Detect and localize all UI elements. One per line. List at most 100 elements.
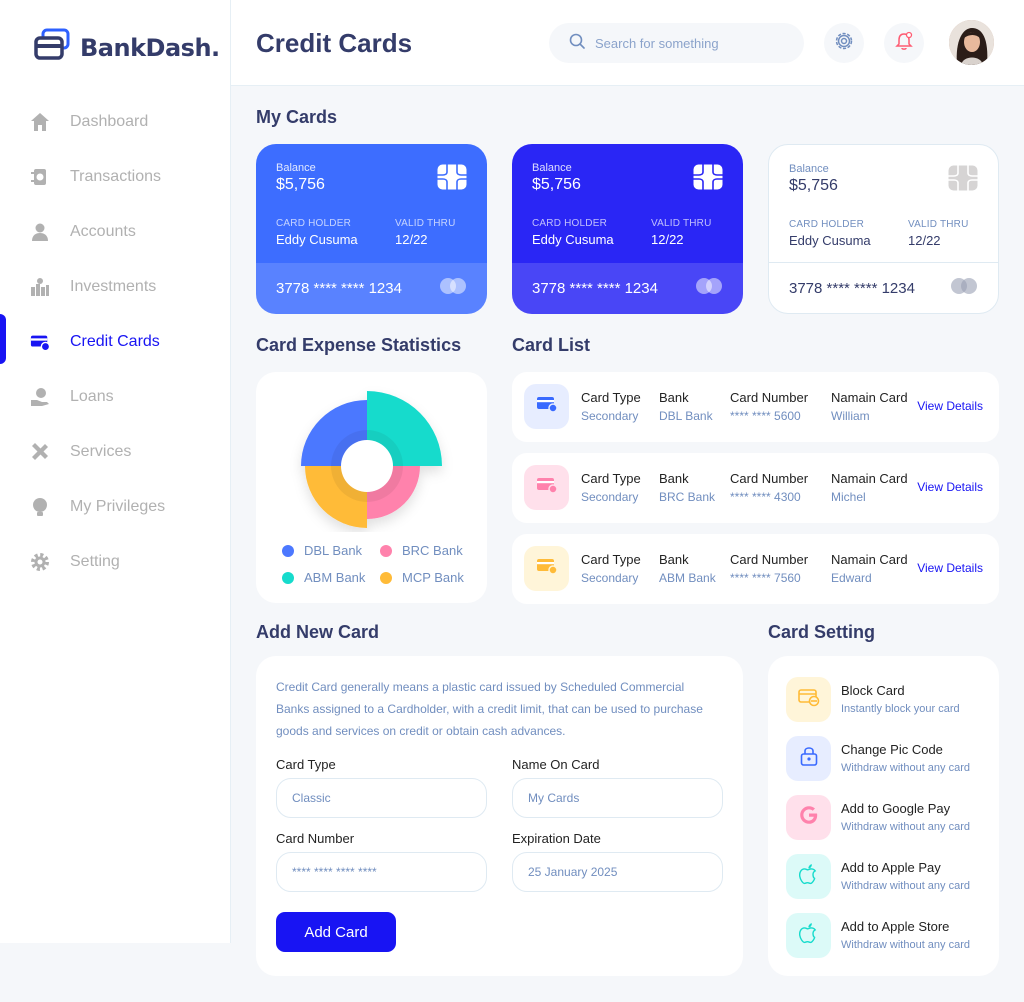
lightbulb-icon — [30, 497, 50, 517]
loan-icon — [30, 387, 50, 407]
sidebar-item-services[interactable]: Services — [0, 424, 231, 479]
notifications-button[interactable] — [884, 23, 924, 63]
sidebar: BankDash. Dashboard Transactions Account… — [0, 0, 231, 943]
legend-label: MCP Bank — [402, 570, 464, 585]
setting-icon-wrap — [786, 912, 831, 958]
expense-stats-title: Card Expense Statistics — [256, 335, 462, 355]
legend-item-dbl: DBL Bank — [282, 543, 362, 558]
settings-button[interactable] — [824, 23, 864, 63]
sidebar-nav: Dashboard Transactions Accounts Investme… — [0, 94, 231, 589]
card-setting-title: Card Setting — [768, 622, 876, 642]
expense-donut-chart — [301, 391, 442, 528]
balance-label: Balance — [789, 163, 829, 175]
card-holder-name: Eddy Cusuma — [532, 232, 614, 247]
balance-label: Balance — [276, 162, 316, 174]
card-type-input[interactable] — [276, 778, 487, 818]
transfer-icon — [30, 167, 50, 187]
legend-item-brc: BRC Bank — [380, 543, 463, 558]
search-bar[interactable] — [549, 23, 804, 63]
name-on-card-input[interactable] — [512, 778, 723, 818]
credit-card-1[interactable]: Balance $5,756 CARD HOLDER Eddy Cusuma V… — [256, 144, 487, 314]
card-list-title: Card List — [512, 335, 591, 355]
card-number-input[interactable] — [276, 852, 487, 892]
legend-label: DBL Bank — [304, 543, 363, 558]
services-icon — [30, 442, 50, 462]
balance-value: $5,756 — [276, 176, 325, 193]
card-name-col: Namain Card William — [831, 390, 908, 423]
setting-subtitle: Withdraw without any card — [841, 821, 970, 833]
sidebar-item-loans[interactable]: Loans — [0, 369, 231, 424]
sidebar-item-accounts[interactable]: Accounts — [0, 204, 231, 259]
card-number: 3778 **** **** 1234 — [789, 279, 915, 297]
google-icon — [798, 804, 820, 831]
card-holder-label: CARD HOLDER — [532, 218, 607, 229]
setting-google-pay[interactable]: Add to Google Pay Withdraw without any c… — [786, 794, 996, 840]
search-input[interactable] — [595, 35, 775, 51]
expense-stats-panel: DBL Bank BRC Bank ABM Bank MCP Bank — [256, 372, 487, 603]
balance-label: Balance — [532, 162, 572, 174]
sidebar-item-investments[interactable]: Investments — [0, 259, 231, 314]
sidebar-item-label: Dashboard — [70, 112, 149, 130]
card-type-label: Card Type — [276, 757, 336, 772]
credit-card-icon — [536, 476, 558, 499]
logo[interactable]: BankDash. — [34, 28, 220, 67]
setting-subtitle: Withdraw without any card — [841, 939, 970, 951]
setting-change-pin[interactable]: Change Pic Code Withdraw without any car… — [786, 735, 996, 781]
setting-apple-store[interactable]: Add to Apple Store Withdraw without any … — [786, 912, 996, 958]
card-number: 3778 **** **** 1234 — [276, 280, 402, 297]
mastercard-icon — [439, 277, 467, 300]
view-details-link[interactable]: View Details — [917, 561, 983, 575]
setting-apple-pay[interactable]: Add to Apple Pay Withdraw without any ca… — [786, 853, 996, 899]
sidebar-item-label: Setting — [70, 552, 120, 570]
card-name-col: Namain Card Edward — [831, 552, 908, 585]
sidebar-item-transactions[interactable]: Transactions — [0, 149, 231, 204]
credit-card-2[interactable]: Balance $5,756 CARD HOLDER Eddy Cusuma V… — [512, 144, 743, 314]
chip-icon — [437, 164, 467, 195]
sidebar-item-label: Accounts — [70, 222, 136, 240]
bank-col: Bank DBL Bank — [659, 390, 713, 423]
card-type-col: Card Type Secondary — [581, 552, 641, 585]
setting-title: Change Pic Code — [841, 742, 943, 757]
avatar[interactable] — [949, 20, 994, 65]
card-list-row: Card Type Secondary Bank BRC Bank Card Num… — [512, 453, 999, 523]
card-name-col: Namain Card Michel — [831, 471, 908, 504]
view-details-link[interactable]: View Details — [917, 399, 983, 413]
legend-item-abm: ABM Bank — [282, 570, 365, 585]
setting-title: Add to Apple Pay — [841, 860, 941, 875]
legend-dot — [282, 571, 294, 584]
home-icon — [30, 112, 50, 132]
setting-block-card[interactable]: Block Card Instantly block your card — [786, 676, 996, 722]
sidebar-item-dashboard[interactable]: Dashboard — [0, 94, 231, 149]
page-title: Credit Cards — [256, 28, 413, 58]
expiration-date-input[interactable] — [512, 852, 723, 892]
card-list-row: Card Type Secondary Bank ABM Bank Card Num… — [512, 534, 999, 604]
valid-thru-value: 12/22 — [395, 232, 428, 247]
add-card-button[interactable]: Add Card — [276, 912, 396, 952]
chip-icon — [693, 164, 723, 195]
user-icon — [30, 222, 50, 242]
card-type-col: Card Type Secondary — [581, 390, 641, 423]
sidebar-item-label: My Privileges — [70, 497, 166, 515]
sidebar-item-setting[interactable]: Setting — [0, 534, 231, 589]
add-card-description: Credit Card generally means a plastic ca… — [276, 680, 703, 738]
setting-icon-wrap — [786, 794, 831, 840]
legend-label: ABM Bank — [304, 570, 366, 585]
setting-icon-wrap — [786, 676, 831, 722]
valid-thru-label: VALID THRU — [651, 218, 712, 229]
sidebar-item-label: Services — [70, 442, 132, 460]
card-list-icon-wrap — [524, 384, 569, 429]
investment-icon — [30, 277, 50, 297]
setting-icon-wrap — [786, 735, 831, 781]
mastercard-icon — [695, 277, 723, 300]
sidebar-item-label: Transactions — [70, 167, 161, 185]
balance-value: $5,756 — [789, 177, 838, 194]
sidebar-item-my-privileges[interactable]: My Privileges — [0, 479, 231, 534]
expiration-date-label: Expiration Date — [512, 831, 601, 846]
block-card-icon — [797, 687, 820, 712]
view-details-link[interactable]: View Details — [917, 480, 983, 494]
sidebar-item-label: Loans — [70, 387, 114, 405]
my-cards-title: My Cards — [256, 107, 338, 127]
credit-card-3[interactable]: Balance $5,756 CARD HOLDER Eddy Cusuma V… — [768, 144, 999, 314]
legend-dot — [380, 571, 392, 584]
sidebar-item-credit-cards[interactable]: Credit Cards — [0, 314, 231, 369]
